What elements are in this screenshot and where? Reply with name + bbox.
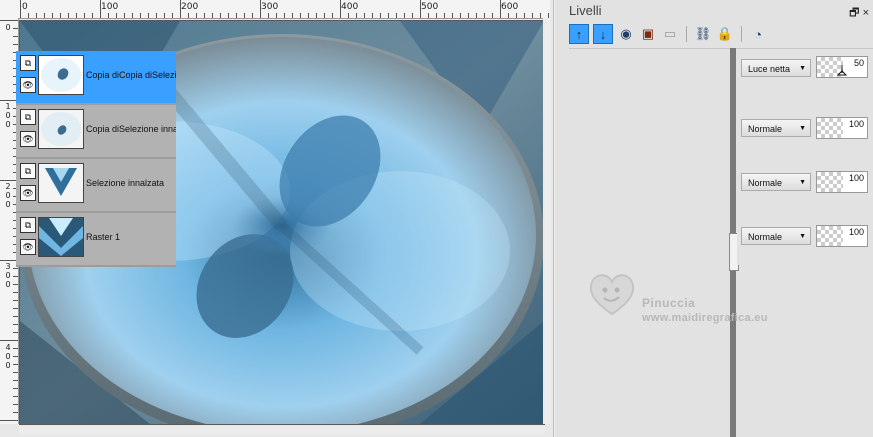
- blend-mode-label: Luce netta: [748, 64, 791, 74]
- layer-thumbnail: [38, 55, 84, 95]
- blend-mode-label: Normale: [748, 124, 783, 134]
- opacity-value: 100: [848, 173, 864, 183]
- ruler-label-100: 100: [101, 2, 119, 12]
- layer-visibility-toggle[interactable]: ⧉: [20, 55, 36, 71]
- layer-thumbnail: [38, 163, 84, 203]
- toolbar-separator: [741, 26, 742, 42]
- opacity-checker: [817, 172, 843, 192]
- chevron-down-icon: ▼: [799, 179, 806, 186]
- opacity-checker: [817, 118, 843, 138]
- new-raster-layer-icon[interactable]: ◉: [617, 25, 635, 43]
- layer-props-3: Normale ▼ 100: [737, 213, 873, 265]
- opacity-slider[interactable]: 100: [816, 171, 868, 193]
- ruler-vlabel-0: 0: [5, 23, 11, 32]
- layer-row-raster-1[interactable]: ⧉ 👁 Raster 1: [16, 213, 176, 267]
- blend-mode-label: Normale: [748, 178, 783, 188]
- layer-name: Copia diCopia diSelezi: [86, 70, 176, 80]
- ruler-label-300: 300: [261, 2, 279, 12]
- ruler-label-0: 0: [22, 2, 28, 12]
- opacity-checker: [817, 226, 843, 246]
- watermark-author: Pinuccia: [642, 296, 696, 310]
- ruler-ticks-h: [20, 0, 549, 18]
- list-separator: [569, 48, 873, 49]
- lock-icon[interactable]: 🔒: [716, 25, 734, 43]
- blend-mode-select[interactable]: Luce netta ▼: [741, 59, 811, 77]
- layer-row-copia-selezione[interactable]: ⧉ 👁 Copia diSelezione inna: [16, 105, 176, 159]
- eye-icon[interactable]: 👁: [20, 77, 36, 93]
- ruler-label-600: 600: [501, 2, 519, 12]
- layer-thumbnail: [38, 217, 84, 257]
- panel-controls[interactable]: 🗗 ×: [849, 4, 869, 23]
- watermark: Pinuccia www.maidiregrafica.eu: [586, 268, 806, 328]
- ruler-vlabel-400: 4 0 0: [5, 343, 11, 370]
- chevron-down-icon: ▼: [799, 65, 806, 72]
- new-mask-layer-icon[interactable]: ▣: [639, 25, 657, 43]
- layer-name: Raster 1: [86, 232, 121, 242]
- opacity-slider[interactable]: 100: [816, 117, 868, 139]
- layer-props-1: Normale ▼ 100: [737, 105, 873, 157]
- layers-panel-title: Livelli: [569, 3, 602, 18]
- layer-thumbnail: [38, 109, 84, 149]
- chevron-down-icon: ▼: [799, 125, 806, 132]
- toolbar-separator: [686, 26, 687, 42]
- layer-row-selezione-innalzata[interactable]: ⧉ 👁 Selezione innalzata: [16, 159, 176, 213]
- horizontal-scrollbar[interactable]: [19, 426, 545, 434]
- opacity-slider[interactable]: 50: [816, 56, 868, 78]
- vertical-scrollbar[interactable]: [543, 18, 551, 424]
- blend-mode-select[interactable]: Normale ▼: [741, 173, 811, 191]
- properties-icon[interactable]: ◔: [749, 25, 767, 43]
- chevron-down-icon: ▼: [799, 233, 806, 240]
- eye-icon[interactable]: 👁: [20, 131, 36, 147]
- ruler-label-200: 200: [181, 2, 199, 12]
- heart-logo-icon: [589, 274, 635, 316]
- watermark-url: www.maidiregrafica.eu: [642, 312, 768, 324]
- eye-icon[interactable]: 👁: [20, 239, 36, 255]
- layer-name: Selezione innalzata: [86, 178, 165, 188]
- blend-mode-select[interactable]: Normale ▼: [741, 227, 811, 245]
- move-up-icon[interactable]: ↑: [569, 24, 589, 44]
- ruler-vlabel-100: 1 0 0: [5, 102, 11, 129]
- opacity-slider[interactable]: 100: [816, 225, 868, 247]
- layer-props-0: Luce netta ▼ 50: [737, 51, 873, 103]
- pin-icon[interactable]: 🗗: [849, 7, 859, 19]
- opacity-value: 100: [848, 119, 864, 129]
- eye-icon[interactable]: 👁: [20, 185, 36, 201]
- blend-mode-label: Normale: [748, 232, 783, 242]
- link-icon[interactable]: ⛓: [694, 25, 712, 43]
- ruler-vlabel-200: 2 0 0: [5, 182, 11, 209]
- layers-toolbar: ↑ ↓ ◉ ▣ ▭ ⛓ 🔒 ◔: [569, 24, 767, 44]
- ruler-label-500: 500: [421, 2, 439, 12]
- layer-visibility-toggle[interactable]: ⧉: [20, 217, 36, 233]
- ruler-corner: [0, 0, 21, 19]
- opacity-value: 50: [853, 58, 864, 68]
- layer-row-copia-copia[interactable]: ⧉ 👁 Copia diCopia diSelezi: [16, 51, 176, 105]
- layer-name: Copia diSelezione inna: [86, 124, 176, 134]
- layer-props-2: Normale ▼ 100: [737, 159, 873, 211]
- layer-visibility-toggle[interactable]: ⧉: [20, 163, 36, 179]
- opacity-value: 100: [848, 227, 864, 237]
- delete-layer-icon[interactable]: ▭: [661, 25, 679, 43]
- ruler-vlabel-300: 3 0 0: [5, 262, 11, 289]
- blend-mode-select[interactable]: Normale ▼: [741, 119, 811, 137]
- move-down-icon[interactable]: ↓: [593, 24, 613, 44]
- layer-visibility-toggle[interactable]: ⧉: [20, 109, 36, 125]
- close-icon[interactable]: ×: [863, 7, 869, 19]
- ruler-label-400: 400: [341, 2, 359, 12]
- horizontal-ruler: 0 100 200 300 400 500 600: [20, 0, 550, 19]
